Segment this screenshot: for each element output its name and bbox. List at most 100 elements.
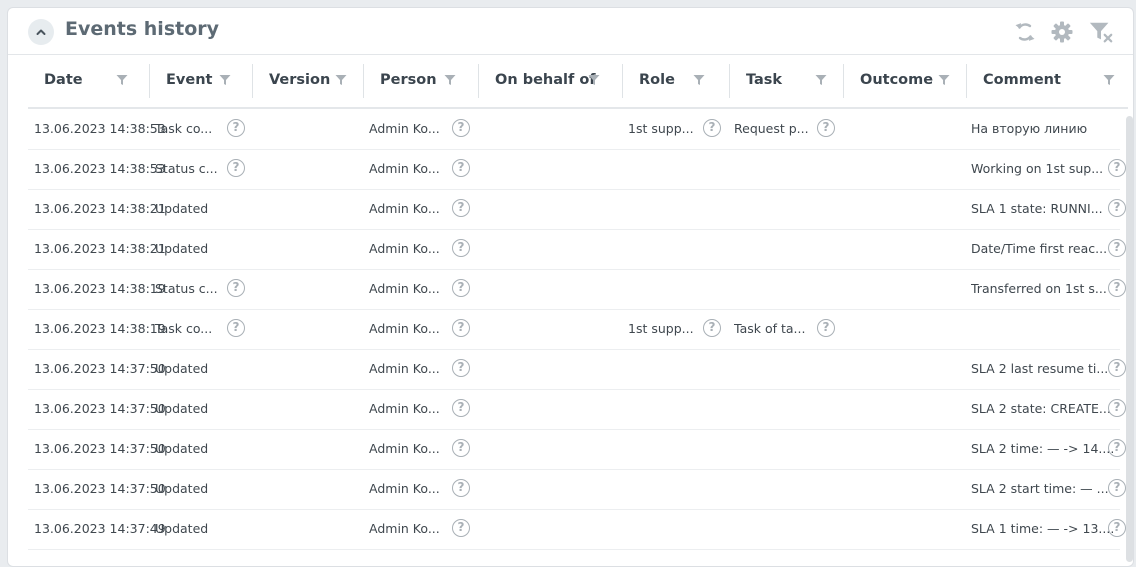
- info-help-icon[interactable]: ?: [703, 119, 721, 137]
- column-header-outcome[interactable]: Outcome: [844, 55, 964, 107]
- column-filter-icon[interactable]: [815, 74, 827, 86]
- table-row[interactable]: 13.06.2023 14:37:49 Updated Admin Ko...? SL…: [28, 509, 1126, 550]
- table-row[interactable]: 13.06.2023 14:38:21 Updated Admin Ko...? Da…: [28, 229, 1126, 270]
- info-help-icon[interactable]: ?: [1108, 279, 1126, 297]
- info-help-icon[interactable]: ?: [1108, 359, 1126, 377]
- cell-date: 13.06.2023 14:38:53: [34, 121, 166, 136]
- cell-comment: SLA 2 start time: — ...: [971, 481, 1109, 496]
- table-row[interactable]: 13.06.2023 14:38:53 Status c...? Admin Ko.…: [28, 149, 1126, 190]
- refresh-icon: [1015, 23, 1035, 41]
- info-help-icon[interactable]: ?: [817, 319, 835, 337]
- info-help-icon[interactable]: ?: [1108, 399, 1126, 417]
- vertical-scrollbar[interactable]: [1126, 116, 1133, 562]
- info-help-icon[interactable]: ?: [227, 319, 245, 337]
- settings-gear-icon: [1051, 21, 1073, 43]
- info-help-icon[interactable]: ?: [452, 519, 470, 537]
- cell-event: Task co...: [155, 121, 213, 136]
- column-filter-icon[interactable]: [116, 74, 128, 86]
- clear-filter-button[interactable]: [1088, 19, 1114, 45]
- info-help-icon[interactable]: ?: [452, 399, 470, 417]
- cell-comment: Transferred on 1st s...: [971, 281, 1107, 296]
- info-help-icon[interactable]: ?: [227, 279, 245, 297]
- cell-date: 13.06.2023 14:38:53: [34, 161, 166, 176]
- cell-person: Admin Ko...: [369, 121, 440, 136]
- column-header-person[interactable]: Person: [364, 55, 476, 107]
- chevron-up-icon: [36, 29, 46, 35]
- column-filter-icon[interactable]: [219, 74, 231, 86]
- info-help-icon[interactable]: ?: [1108, 159, 1126, 177]
- table-row[interactable]: 13.06.2023 14:38:21 Updated Admin Ko...? SL…: [28, 189, 1126, 230]
- column-filter-icon[interactable]: [588, 74, 600, 86]
- info-help-icon[interactable]: ?: [227, 119, 245, 137]
- info-help-icon[interactable]: ?: [1108, 439, 1126, 457]
- info-help-icon[interactable]: ?: [1108, 199, 1126, 217]
- info-help-icon[interactable]: ?: [1108, 519, 1126, 537]
- info-help-icon[interactable]: ?: [452, 279, 470, 297]
- column-header-label: Role: [639, 72, 675, 88]
- column-header-label: Outcome: [860, 72, 934, 88]
- cell-event: Status c...: [155, 281, 218, 296]
- info-help-icon[interactable]: ?: [703, 319, 721, 337]
- info-help-icon[interactable]: ?: [452, 479, 470, 497]
- cell-comment: На вторую линию: [971, 121, 1088, 136]
- info-help-icon[interactable]: ?: [452, 199, 470, 217]
- info-help-icon[interactable]: ?: [227, 159, 245, 177]
- cell-person: Admin Ko...: [369, 321, 440, 336]
- cell-date: 13.06.2023 14:37:49: [34, 521, 166, 536]
- info-help-icon[interactable]: ?: [1108, 479, 1126, 497]
- column-header-label: Version: [269, 72, 331, 88]
- cell-role: 1st supp...: [628, 121, 694, 136]
- cell-person: Admin Ko...: [369, 481, 440, 496]
- cell-event: Updated: [155, 401, 209, 416]
- column-header-label: Comment: [983, 72, 1061, 88]
- cell-comment: Date/Time first reac...: [971, 241, 1108, 256]
- column-filter-icon[interactable]: [938, 74, 950, 86]
- cell-date: 13.06.2023 14:37:50: [34, 441, 166, 456]
- cell-date: 13.06.2023 14:38:19: [34, 281, 166, 296]
- info-help-icon[interactable]: ?: [452, 239, 470, 257]
- cell-comment: SLA 2 last resume ti...: [971, 361, 1109, 376]
- cell-date: 13.06.2023 14:38:19: [34, 321, 166, 336]
- column-header-event[interactable]: Event: [150, 55, 250, 107]
- info-help-icon[interactable]: ?: [452, 119, 470, 137]
- table-row[interactable]: 13.06.2023 14:37:50 Updated Admin Ko...? SL…: [28, 389, 1126, 430]
- column-filter-icon[interactable]: [335, 74, 347, 86]
- cell-task: Task of ta...: [734, 321, 806, 336]
- column-header-task[interactable]: Task: [730, 55, 842, 107]
- info-help-icon[interactable]: ?: [452, 319, 470, 337]
- info-help-icon[interactable]: ?: [452, 159, 470, 177]
- info-help-icon[interactable]: ?: [452, 439, 470, 457]
- cell-person: Admin Ko...: [369, 401, 440, 416]
- table-row[interactable]: 13.06.2023 14:38:19 Task co...? Admin Ko..…: [28, 309, 1120, 350]
- column-separator: [149, 64, 150, 98]
- cell-person: Admin Ko...: [369, 241, 440, 256]
- column-header-label: Event: [166, 72, 213, 88]
- cell-task: Request p...: [734, 121, 809, 136]
- table-row[interactable]: 13.06.2023 14:37:50 Updated Admin Ko...? SL…: [28, 349, 1126, 390]
- cell-event: Updated: [155, 361, 209, 376]
- cell-event: Task co...: [155, 321, 213, 336]
- settings-button[interactable]: [1049, 19, 1075, 45]
- column-header-date[interactable]: Date: [28, 55, 148, 107]
- table-row[interactable]: 13.06.2023 14:38:53 Task co...? Admin Ko..…: [28, 109, 1120, 150]
- table-row[interactable]: 13.06.2023 14:37:50 Updated Admin Ko...? SL…: [28, 469, 1126, 510]
- column-header-role[interactable]: Role: [623, 55, 728, 107]
- panel-header: Events history: [8, 8, 1133, 55]
- column-filter-icon[interactable]: [1103, 74, 1115, 86]
- table-row[interactable]: 13.06.2023 14:37:50 Updated Admin Ko...? SL…: [28, 429, 1126, 470]
- info-help-icon[interactable]: ?: [1108, 239, 1126, 257]
- info-help-icon[interactable]: ?: [452, 359, 470, 377]
- refresh-button[interactable]: [1012, 19, 1038, 45]
- column-header-row: Date Event Version Person On behalf of Role Ta…: [28, 55, 1128, 109]
- column-separator: [363, 64, 364, 98]
- cell-event: Updated: [155, 521, 209, 536]
- collapse-button[interactable]: [28, 19, 54, 45]
- column-header-comment[interactable]: Comment: [967, 55, 1127, 107]
- column-filter-icon[interactable]: [693, 74, 705, 86]
- column-header-version[interactable]: Version: [253, 55, 363, 107]
- column-filter-icon[interactable]: [444, 74, 456, 86]
- column-header-label: Person: [380, 72, 437, 88]
- column-header-on-behalf-of[interactable]: On behalf of: [479, 55, 621, 107]
- table-row[interactable]: 13.06.2023 14:38:19 Status c...? Admin Ko.…: [28, 269, 1126, 310]
- info-help-icon[interactable]: ?: [817, 119, 835, 137]
